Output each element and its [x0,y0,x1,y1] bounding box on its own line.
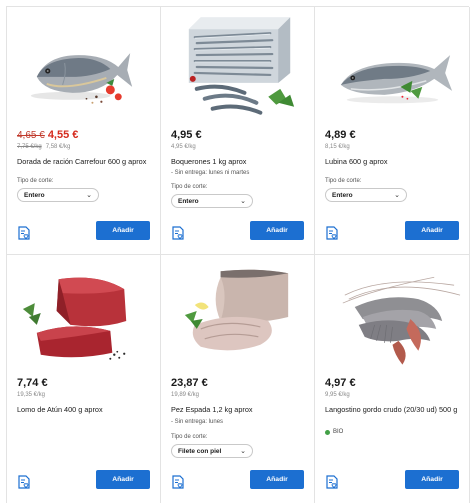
delivery-notice: - Sin entrega: lunes [171,419,224,425]
chevron-down-icon: ⌄ [86,192,92,199]
cut-type-label: Tipo de corte: [171,434,208,440]
add-to-cart-button[interactable]: Añadir [250,470,304,489]
product-card-langostino: 4,97 € 9,95 €/kg Langostino gordo crudo … [315,255,470,503]
price-row: 4,95 € [171,129,202,141]
current-price: 4,55 € [47,129,79,141]
product-image-boquerones[interactable] [161,7,314,125]
unit-price-row: 4,95 €/kg [171,144,196,150]
add-to-cart-button[interactable]: Añadir [96,221,150,240]
unit-price: 19,89 €/kg [171,392,200,398]
product-name[interactable]: Langostino gordo crudo (20/30 ud) 500 g [325,405,461,415]
price-row: 23,87 € [171,377,208,389]
cut-type-select[interactable]: Entero ⌄ [171,194,253,208]
unit-price: 4,95 €/kg [171,144,196,150]
price-row: 4,97 € [325,377,356,389]
product-image-langostino[interactable] [315,255,469,373]
chevron-down-icon: ⌄ [240,448,246,455]
cut-type-label: Tipo de corte: [171,184,208,190]
cut-type-value: Entero [178,197,199,205]
product-name[interactable]: Dorada de ración Carrefour 600 g aprox [17,157,153,167]
product-card-pez-espada: 23,87 € 19,89 €/kg Pez Espada 1,2 kg apr… [161,255,315,503]
product-image-pez-espada[interactable] [161,255,314,373]
bio-badge: BIO [325,429,343,435]
unit-price: 9,95 €/kg [325,392,350,398]
delivery-notice: - Sin entrega: lunes ni martes [171,170,250,176]
cut-type-value: Filete con piel [178,447,222,455]
unit-price-row: 9,95 €/kg [325,392,350,398]
unit-price-row: 8,15 €/kg [325,144,350,150]
price-row: 4,65 € 4,55 € [17,129,78,141]
unit-price: 8,15 €/kg [325,144,350,150]
unit-price: 19,35 €/kg [17,392,46,398]
unit-price-row: 19,35 €/kg [17,392,45,398]
product-card-atun: 7,74 € 19,35 €/kg Lomo de Atún 400 g apr… [7,255,161,503]
product-image-atun[interactable] [7,255,160,373]
product-card-dorada: 4,65 € 4,55 € 7,75 €/kg 7,58 €/kg Dorada… [7,7,161,255]
bio-badge-label: BIO [333,429,344,435]
cut-type-select[interactable]: Filete con piel ⌄ [171,444,253,458]
bio-leaf-icon [325,429,330,435]
cut-type-value: Entero [332,191,353,199]
compare-list-icon[interactable] [324,225,340,241]
add-to-cart-button[interactable]: Añadir [405,470,459,489]
current-price: 4,89 € [325,129,356,141]
cut-type-select[interactable]: Entero ⌄ [325,188,407,202]
product-name[interactable]: Lomo de Atún 400 g aprox [17,405,153,415]
chevron-down-icon: ⌄ [394,192,400,199]
product-name[interactable]: Lubina 600 g aprox [325,157,461,167]
current-price: 23,87 € [171,377,208,389]
compare-list-icon[interactable] [170,225,186,241]
price-row: 4,89 € [325,129,356,141]
add-to-cart-button[interactable]: Añadir [96,470,150,489]
compare-list-icon[interactable] [16,225,32,241]
compare-list-icon[interactable] [16,474,32,490]
product-name[interactable]: Boquerones 1 kg aprox [171,157,307,167]
product-card-boquerones: 4,95 € 4,95 €/kg Boquerones 1 kg aprox -… [161,7,315,255]
cut-type-label: Tipo de corte: [17,178,54,184]
unit-price-row: 7,75 €/kg 7,58 €/kg [17,144,70,150]
add-to-cart-button[interactable]: Añadir [405,221,459,240]
add-to-cart-button[interactable]: Añadir [250,221,304,240]
product-card-lubina: 4,89 € 8,15 €/kg Lubina 600 g aprox Tipo… [315,7,470,255]
product-image-dorada[interactable] [7,7,160,125]
chevron-down-icon: ⌄ [240,198,246,205]
product-name[interactable]: Pez Espada 1,2 kg aprox [171,405,307,415]
unit-price: 7,58 €/kg [45,144,71,150]
current-price: 4,95 € [171,129,202,141]
product-grid: 4,65 € 4,55 € 7,75 €/kg 7,58 €/kg Dorada… [6,6,470,503]
cut-type-label: Tipo de corte: [325,178,362,184]
current-price: 7,74 € [17,377,48,389]
old-unit-price: 7,75 €/kg [17,144,42,150]
product-image-lubina[interactable] [315,7,469,125]
unit-price-row: 19,89 €/kg [171,392,199,398]
cut-type-value: Entero [24,191,45,199]
old-price: 4,65 € [17,130,45,141]
compare-list-icon[interactable] [170,474,186,490]
cut-type-select[interactable]: Entero ⌄ [17,188,99,202]
current-price: 4,97 € [325,377,356,389]
compare-list-icon[interactable] [324,474,340,490]
price-row: 7,74 € [17,377,48,389]
